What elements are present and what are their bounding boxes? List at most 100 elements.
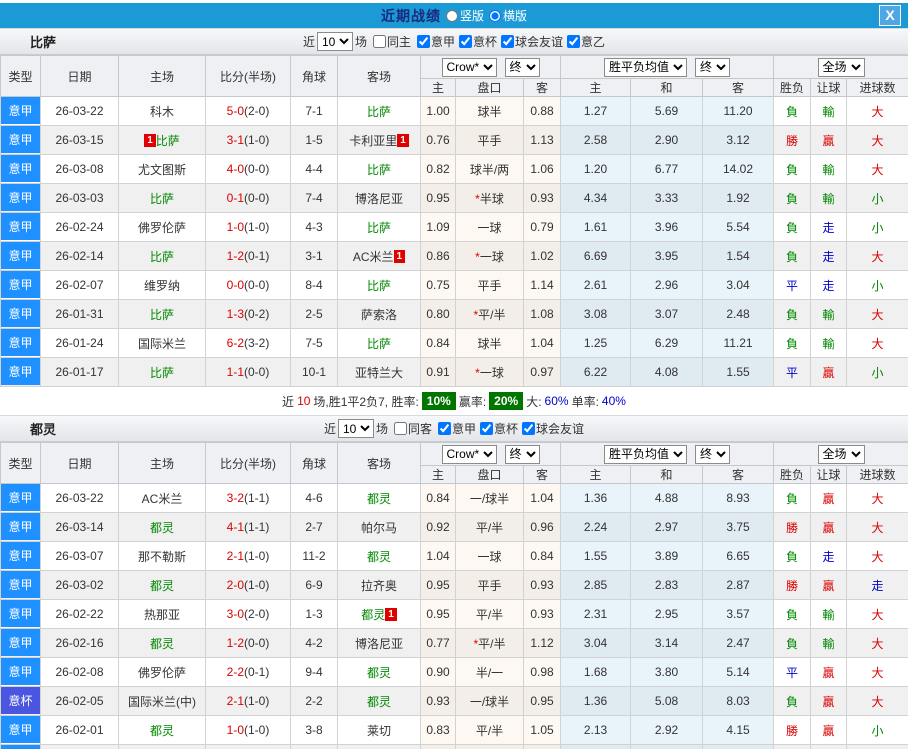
away-team: 比萨 [337, 328, 421, 358]
same-venue-checkbox[interactable] [372, 35, 386, 48]
match-count-select[interactable]: 10 [337, 419, 374, 438]
result-goals: 小 [846, 212, 908, 242]
league-badge-cell: 意甲 [0, 96, 41, 126]
summary-count: 10 [297, 394, 311, 408]
league-checkbox[interactable] [480, 422, 494, 435]
home-team: 热那亚 [118, 599, 206, 629]
odds-stage-select[interactable]: 终 [504, 444, 540, 464]
section-bar-torino: 都灵 近 10 场 同客 意甲 意杯 球会友谊 [0, 415, 908, 442]
scope-select[interactable]: 全场 [817, 57, 865, 77]
league-checkbox[interactable] [501, 35, 515, 48]
league-badge: 意甲 [1, 571, 40, 598]
result-wdl: 平 [773, 657, 812, 687]
odds-stage-select[interactable]: 终 [504, 57, 540, 77]
score: 3-1(1-0) [205, 125, 291, 155]
mean-type-select[interactable]: 胜平负均值 [604, 57, 687, 77]
league-filter[interactable]: 球会友谊 [518, 420, 584, 437]
league-label: 意杯 [473, 35, 498, 49]
result-handicap: 走 [810, 241, 848, 271]
mean-home: 3.08 [560, 299, 631, 329]
mean-type-select[interactable]: 胜平负均值 [604, 444, 687, 464]
league-badge-cell: 意甲 [0, 657, 41, 687]
league-checkbox[interactable] [438, 422, 451, 435]
match-row: 意甲 26-02-16 都灵 1-2(0-0) 4-2 博洛尼亚 0.77 *平/半 1.12 3… [0, 628, 908, 658]
away-team: 亚特兰大 [337, 357, 421, 387]
handicap: *一球 [455, 241, 524, 271]
mean-home: 2.24 [560, 512, 631, 542]
bookmaker-select[interactable]: Crow* [441, 57, 497, 77]
league-badge-cell: 意甲 [0, 125, 41, 155]
corner-score: 4-6 [290, 483, 338, 513]
result-wdl: 平 [773, 357, 812, 387]
league-filters: 意甲 意杯 球会友谊 [434, 420, 584, 437]
league-checkbox[interactable] [567, 35, 581, 48]
league-badge: 意甲 [1, 126, 40, 153]
match-row: 意甲 26-03-07 那不勒斯 2-1(1-0) 11-2 都灵 1.04 一球 0.84 1.… [0, 541, 908, 571]
league-badge-cell: 意甲 [0, 599, 41, 629]
handicap: 一球 [455, 744, 524, 749]
league-filter[interactable]: 意甲 [434, 420, 476, 437]
home-team: 国际米兰(中) [118, 686, 206, 716]
scope-select[interactable]: 全场 [817, 444, 865, 464]
layout-radio-vertical[interactable]: 竖版 [445, 7, 484, 24]
col-odds-home: 主 [420, 465, 456, 484]
league-filter[interactable]: 意杯 [455, 33, 497, 50]
corner-score: 4-3 [290, 212, 338, 242]
corner-score: 2-1 [290, 744, 338, 749]
match-row: 意甲 26-03-15 1 比萨 3-1(1-0) 1-5 卡利亚里 1 0.76 平手 1.13 2… [0, 125, 908, 155]
league-badge: 意甲 [1, 184, 40, 211]
col-away: 客场 [337, 442, 421, 484]
result-goals: 大 [846, 628, 908, 658]
same-venue-filter[interactable]: 同主 [369, 33, 411, 50]
mean-away: 3.12 [701, 125, 775, 155]
col-result-handicap: 让球 [810, 465, 848, 484]
mean-away: 8.03 [701, 686, 775, 716]
mean-stage-select[interactable]: 终 [695, 444, 730, 464]
handicap: 球半/两 [455, 154, 524, 184]
bookmaker-select[interactable]: Crow* [441, 444, 497, 464]
match-row: 意甲 26-03-22 AC米兰 3-2(1-1) 4-6 都灵 0.84 一/球半 1.04 1… [0, 483, 908, 513]
mean-home: 6.69 [560, 241, 631, 271]
match-date: 26-03-07 [40, 541, 119, 571]
league-checkbox[interactable] [416, 35, 430, 48]
match-date: 26-02-07 [40, 270, 119, 300]
home-team: 科木 [118, 96, 206, 126]
mean-stage-select[interactable]: 终 [695, 57, 730, 77]
league-filter[interactable]: 意甲 [413, 33, 455, 50]
odds-home: 0.90 [420, 657, 456, 687]
league-checkbox[interactable] [522, 422, 536, 435]
league-filter[interactable]: 球会友谊 [497, 33, 563, 50]
close-icon[interactable]: X [879, 5, 901, 26]
match-row: 意甲 26-03-08 尤文图斯 4-0(0-0) 4-4 比萨 0.82 球半/两 1.06 1… [0, 154, 908, 184]
away-team: 都灵 [337, 657, 421, 687]
match-date: 26-03-22 [40, 96, 119, 126]
result-goals: 大 [846, 328, 908, 358]
league-label: 意杯 [494, 422, 519, 436]
odds-home: 0.93 [420, 686, 456, 716]
same-venue-filter[interactable]: 同客 [390, 420, 432, 437]
horizontal-radio-icon[interactable] [489, 9, 501, 22]
vertical-radio-icon[interactable] [445, 9, 458, 22]
mean-away: 14.02 [701, 154, 775, 184]
page-title: 近期战绩 [380, 7, 441, 24]
league-badge-cell: 意甲 [0, 357, 41, 387]
col-date: 日期 [40, 442, 119, 484]
layout-radio-horizontal[interactable]: 横版 [489, 7, 527, 24]
league-filter[interactable]: 意杯 [476, 420, 518, 437]
league-checkbox[interactable] [459, 35, 472, 48]
col-result-goals: 进球数 [846, 78, 908, 97]
away-team: 比萨 [337, 154, 421, 184]
handicap: *平/半 [455, 299, 524, 329]
home-team: 佛罗伦萨 [118, 657, 206, 687]
mean-home: 2.13 [560, 715, 631, 745]
match-count-select[interactable]: 10 [316, 32, 353, 51]
odds-home: 0.77 [420, 628, 456, 658]
near-label: 近 [302, 35, 315, 49]
same-venue-checkbox[interactable] [393, 422, 407, 435]
odds-away: 0.93 [523, 183, 561, 213]
league-badge-cell: 意甲 [0, 715, 41, 745]
mean-draw: 2.95 [630, 599, 703, 629]
league-filter[interactable]: 意乙 [563, 33, 605, 50]
mean-draw: 3.89 [630, 541, 703, 571]
score: 6-2(3-2) [205, 328, 291, 358]
